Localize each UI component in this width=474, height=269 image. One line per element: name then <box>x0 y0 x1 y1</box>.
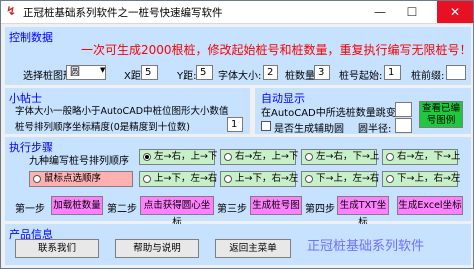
contact-button[interactable]: 联系我们 <box>15 239 99 258</box>
help-button[interactable]: 帮助与说明 <box>115 239 199 258</box>
view-legend-button[interactable]: 查看已编号图例 <box>419 101 463 128</box>
step-3-label: 第三步 <box>217 204 247 215</box>
y-distance-input[interactable]: 5 <box>196 65 213 80</box>
generate-drawing-button[interactable]: 生成桩号图 <box>250 196 302 215</box>
generate-excel-button[interactable]: 生成Excel坐标 <box>397 196 463 215</box>
radio-icon <box>33 175 41 183</box>
radio-icon <box>386 175 394 183</box>
app-icon: ↯ <box>5 4 17 18</box>
control-headline: 一次可生成2000根桩，修改起始桩号和桩数量，重复执行编写无限桩号！ <box>81 43 472 57</box>
step-1-label: 第一步 <box>15 204 45 215</box>
prefix-input[interactable] <box>446 65 466 80</box>
radius-input[interactable] <box>395 118 412 133</box>
precision-input[interactable]: 1 <box>227 117 243 132</box>
y-distance-label: Y距: <box>177 71 197 82</box>
aux-circle-checkbox[interactable] <box>261 121 271 131</box>
order-option-8[interactable]: 下→上，右→左 <box>382 171 460 187</box>
order-label: 九种编写桩号排列顺序 <box>29 156 129 167</box>
tips-line-1: 字体大小一般略小于AutoCAD中桩位图形大小数值 <box>15 106 229 117</box>
auto-display-line: 在AutoCAD中所选桩数量跳变 <box>261 108 396 119</box>
start-number-label: 桩号起始: <box>339 71 383 82</box>
window-title: 正冠桩基础系列软件之一桩号快速编写软件 <box>23 7 223 19</box>
order-option-3[interactable]: 左→右，下→上 <box>301 149 379 165</box>
radio-icon <box>386 153 394 161</box>
back-menu-button[interactable]: 返回主菜单 <box>215 239 291 258</box>
order-option-6[interactable]: 上→下，右→左 <box>220 171 298 187</box>
step-2-label: 第二步 <box>107 204 137 215</box>
auto-count-input[interactable] <box>395 102 412 117</box>
minimize-button[interactable]: — <box>367 1 393 23</box>
step-4-label: 第四步 <box>305 204 335 215</box>
get-center-button[interactable]: 点击获得圆心坐标 <box>140 196 214 228</box>
radio-icon <box>305 153 313 161</box>
font-size-label: 字体大小: <box>218 71 262 82</box>
brand-text: 正冠桩基础系列软件 <box>307 239 425 254</box>
chevron-down-icon[interactable]: ▼ <box>100 66 105 74</box>
order-option-5[interactable]: 上→下，左→右 <box>139 171 217 187</box>
radio-icon <box>224 153 232 161</box>
radio-icon <box>143 175 151 183</box>
control-data-title: 控制数据 <box>9 31 53 44</box>
radius-label: 圆半径: <box>358 124 392 135</box>
generate-txt-button[interactable]: 生成TXT坐标 <box>337 196 389 228</box>
tips-line-2: 桩号排列顺序坐标精度(0是精度到十位数) <box>15 122 190 133</box>
order-option-2[interactable]: 右→左，上→下 <box>220 149 298 165</box>
radio-icon <box>143 153 151 161</box>
close-button[interactable]: ✕ <box>437 1 473 23</box>
aux-circle-label: 是否生成辅助圆 <box>274 124 344 135</box>
prefix-label: 桩前缀: <box>411 71 445 82</box>
order-option-4[interactable]: 右→左，下→上 <box>382 149 460 165</box>
title-bar: ↯ 正冠桩基础系列软件之一桩号快速编写软件 — ☐ ✕ <box>1 1 473 24</box>
radio-icon <box>305 175 313 183</box>
mouse-order-option[interactable]: 鼠标点选顺序 <box>29 171 133 187</box>
font-size-input[interactable]: 2 <box>263 65 278 80</box>
pile-count-input[interactable]: 3 <box>314 65 330 80</box>
load-count-button[interactable]: 加载桩数量 <box>51 196 103 215</box>
app-window: ↯ 正冠桩基础系列软件之一桩号快速编写软件 — ☐ ✕ 控制数据 一次可生成20… <box>0 0 474 269</box>
maximize-button[interactable]: ☐ <box>399 1 425 23</box>
order-option-7[interactable]: 下→上，左→右 <box>301 171 379 187</box>
start-number-input[interactable]: 1 <box>384 65 401 80</box>
x-distance-input[interactable]: 5 <box>141 65 158 80</box>
radio-icon <box>224 175 232 183</box>
order-option-1[interactable]: 左→右，上→下 <box>139 149 217 165</box>
